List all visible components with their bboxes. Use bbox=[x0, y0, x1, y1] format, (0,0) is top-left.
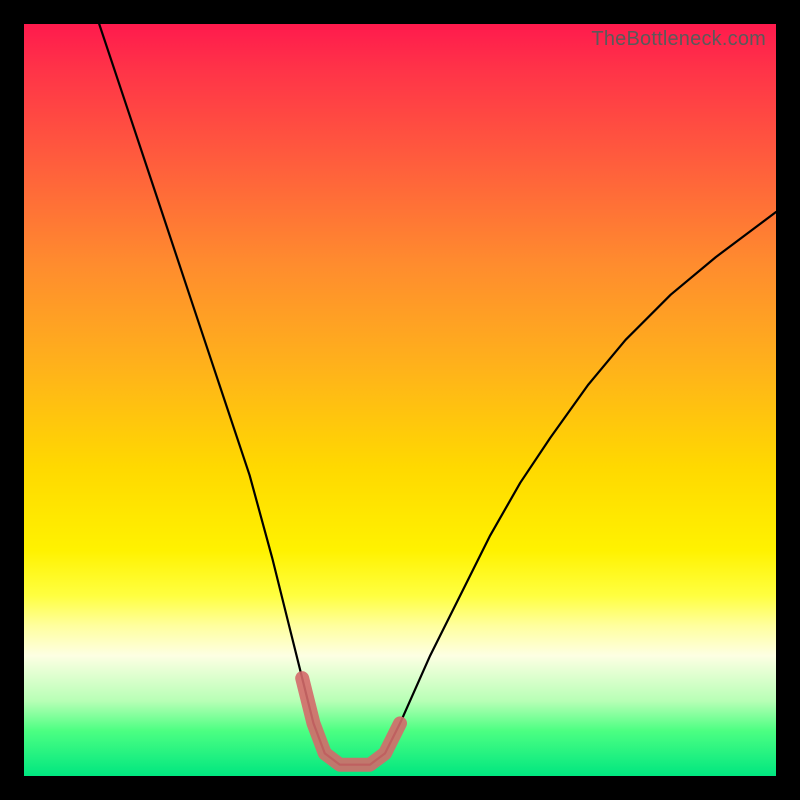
curve-path bbox=[99, 24, 776, 765]
watermark-text: TheBottleneck.com bbox=[591, 28, 766, 51]
valley-highlight-path bbox=[302, 678, 400, 765]
bottleneck-curve-svg bbox=[24, 24, 776, 776]
chart-plot-area: TheBottleneck.com bbox=[24, 24, 776, 776]
